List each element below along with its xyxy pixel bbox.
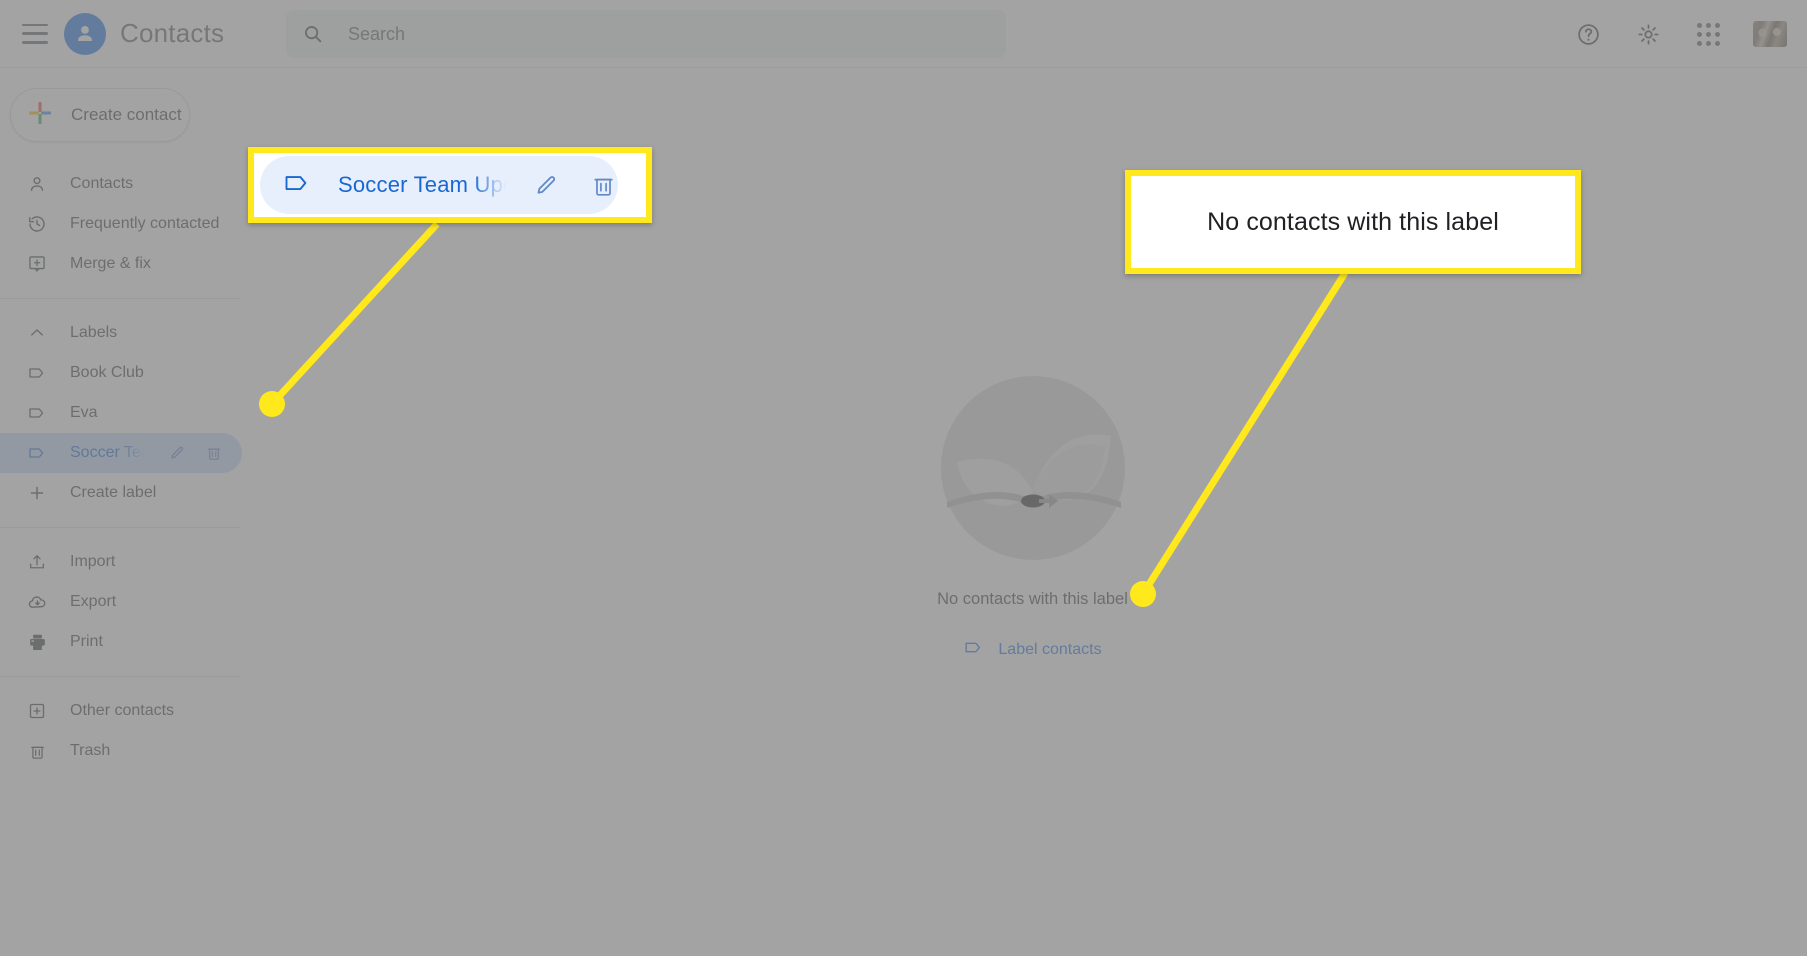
sidebar-label: Eva: [70, 404, 98, 421]
help-icon[interactable]: [1573, 19, 1603, 49]
sidebar-label: Contacts: [70, 175, 134, 192]
sidebar-label: Create label: [70, 484, 157, 501]
trash-icon: [26, 740, 48, 762]
sidebar-item-label-book-club[interactable]: Book Club: [0, 353, 242, 393]
other-contacts-icon: [26, 700, 48, 722]
sidebar-item-label-soccer-team-upd[interactable]: Soccer Team Upd: [0, 433, 242, 473]
create-contact-label: Create contact: [71, 105, 182, 124]
sidebar-divider-1: [0, 298, 240, 299]
sidebar-label: Book Club: [70, 364, 144, 381]
sidebar-label: Import: [70, 553, 116, 570]
sidebar-label: Export: [70, 593, 117, 610]
label-row-actions: [168, 443, 224, 463]
cloud-download-export-icon: [26, 591, 48, 613]
apps-grid-icon[interactable]: [1693, 19, 1723, 49]
label-tag-icon: [963, 637, 984, 663]
label-tag-icon: [26, 442, 48, 464]
empty-state-text: No contacts with this label: [937, 590, 1128, 608]
pencil-edit-icon[interactable]: [168, 443, 188, 463]
history-clock-icon: [26, 213, 48, 235]
header-actions: [1573, 0, 1787, 68]
upload-import-icon: [26, 551, 48, 573]
sidebar-label: Trash: [70, 742, 111, 759]
printer-icon: [26, 631, 48, 653]
sidebar-primary-nav: Contacts Frequently contacted Merge & fi…: [0, 164, 258, 771]
sidebar-label: Print: [70, 633, 103, 650]
search-input[interactable]: [346, 22, 990, 46]
sidebar-label: Other contacts: [70, 702, 175, 719]
search-icon: [302, 23, 324, 45]
sidebar-label: Labels: [70, 324, 118, 341]
label-tag-icon: [26, 402, 48, 424]
sidebar-item-import[interactable]: Import: [0, 542, 242, 582]
person-circle-icon: [64, 12, 106, 55]
merge-fix-icon: [26, 253, 48, 275]
sidebar-label: Frequently contacted: [70, 215, 220, 232]
page-title: Contacts: [120, 18, 225, 48]
avatar[interactable]: [1753, 21, 1787, 47]
app-header: Contacts: [0, 0, 1807, 68]
hamburger-menu-icon[interactable]: [22, 23, 48, 44]
open-address-book-illustration: [933, 368, 1133, 568]
sidebar-labels-header[interactable]: Labels: [0, 313, 242, 353]
sidebar-item-contacts[interactable]: Contacts: [0, 164, 242, 204]
sidebar-divider-3: [0, 676, 240, 677]
label-tag-icon: [26, 362, 48, 384]
label-contacts-link[interactable]: Label contacts: [963, 637, 1102, 663]
sidebar: Create contact Contacts Frequently conta…: [0, 68, 258, 956]
gear-icon[interactable]: [1633, 19, 1663, 49]
plus-icon: [26, 482, 48, 504]
trash-delete-icon[interactable]: [204, 443, 224, 463]
label-contacts-label: Label contacts: [998, 641, 1102, 658]
sidebar-item-frequently-contacted[interactable]: Frequently contacted: [0, 204, 242, 244]
chevron-up-icon: [26, 322, 48, 344]
sidebar-item-trash[interactable]: Trash: [0, 731, 242, 771]
main-content: No contacts with this label Label contac…: [258, 68, 1807, 956]
sidebar-divider-2: [0, 527, 240, 528]
sidebar-item-export[interactable]: Export: [0, 582, 242, 622]
sidebar-item-print[interactable]: Print: [0, 622, 242, 662]
sidebar-item-label-eva[interactable]: Eva: [0, 393, 242, 433]
search-bar[interactable]: [286, 10, 1006, 58]
brand: Contacts: [64, 12, 225, 55]
sidebar-item-create-label[interactable]: Create label: [0, 473, 242, 513]
sidebar-label: Soccer Team Upd: [70, 444, 146, 462]
person-outline-icon: [26, 173, 48, 195]
sidebar-item-merge-and-fix[interactable]: Merge & fix: [0, 244, 242, 284]
sidebar-label: Merge & fix: [70, 255, 151, 272]
plus-multicolor-icon: [27, 100, 53, 131]
sidebar-item-other-contacts[interactable]: Other contacts: [0, 691, 242, 731]
create-contact-button[interactable]: Create contact: [10, 88, 190, 142]
contacts-app-window: Contacts Search Create contact Contacts …: [0, 0, 1807, 956]
